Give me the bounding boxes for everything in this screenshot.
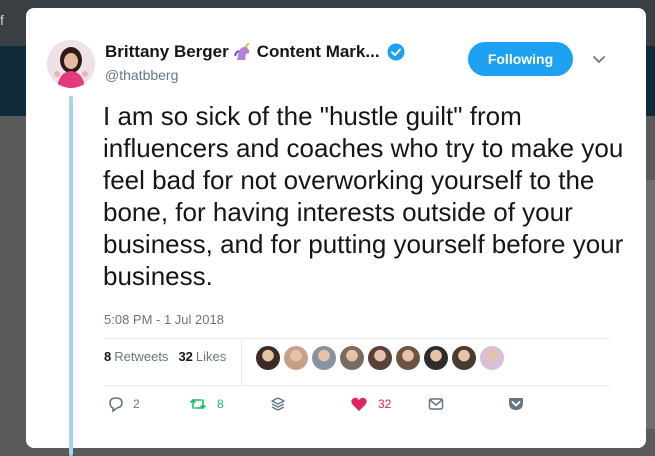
thread-line <box>69 96 73 456</box>
tweet-modal: Brittany Berger Content Mark... @thatbbe… <box>26 8 646 456</box>
liker-avatars <box>256 346 504 370</box>
liker-avatar[interactable] <box>312 346 336 370</box>
like-count: 32 <box>378 397 392 411</box>
display-name-row[interactable]: Brittany Berger Content Mark... <box>105 42 405 62</box>
liker-avatar[interactable] <box>452 346 476 370</box>
retweet-button[interactable]: 8 <box>189 395 224 413</box>
liker-avatar[interactable] <box>340 346 364 370</box>
liker-avatar[interactable] <box>424 346 448 370</box>
engagement-stats: 8 Retweets 32 Likes <box>104 349 226 364</box>
liker-avatar[interactable] <box>256 346 280 370</box>
liker-avatar[interactable] <box>396 346 420 370</box>
liker-avatar[interactable] <box>480 346 504 370</box>
stack-button[interactable] <box>269 395 287 413</box>
verified-icon <box>387 43 405 61</box>
unicorn-icon <box>233 42 253 62</box>
display-name: Brittany Berger <box>105 42 229 61</box>
like-button[interactable]: 32 <box>350 395 391 413</box>
reply-count: 2 <box>133 397 140 411</box>
likes-stat[interactable]: 32 Likes <box>178 349 226 364</box>
reply-icon <box>107 395 125 413</box>
tweet-text: I am so sick of the "hustle guilt" from … <box>103 101 624 291</box>
following-button[interactable]: Following <box>468 42 573 76</box>
envelope-icon <box>427 395 445 413</box>
background-topbar-text: f <box>0 12 4 28</box>
pocket-button[interactable] <box>507 395 525 413</box>
stack-icon <box>269 395 287 413</box>
pocket-icon <box>507 395 525 413</box>
retweets-stat[interactable]: 8 Retweets <box>104 349 168 364</box>
reply-button[interactable]: 2 <box>107 395 140 413</box>
tweet-timestamp[interactable]: 5:08 PM - 1 Jul 2018 <box>104 312 224 327</box>
retweet-icon <box>189 395 207 413</box>
message-button[interactable] <box>427 395 445 413</box>
user-handle[interactable]: @thatbberg <box>105 67 178 83</box>
liker-avatar[interactable] <box>284 346 308 370</box>
tweet-actions: 2 8 32 <box>104 395 624 417</box>
display-name-suffix: Content Mark... <box>256 42 380 61</box>
heart-icon <box>350 395 368 413</box>
chevron-down-icon[interactable] <box>592 52 606 66</box>
stats-divider-top <box>104 338 610 339</box>
retweet-count: 8 <box>217 397 224 411</box>
stats-divider-vertical <box>241 338 242 385</box>
background-header-left <box>0 46 26 116</box>
liker-avatar[interactable] <box>368 346 392 370</box>
stats-divider-bottom <box>104 385 610 386</box>
avatar[interactable] <box>47 40 95 88</box>
